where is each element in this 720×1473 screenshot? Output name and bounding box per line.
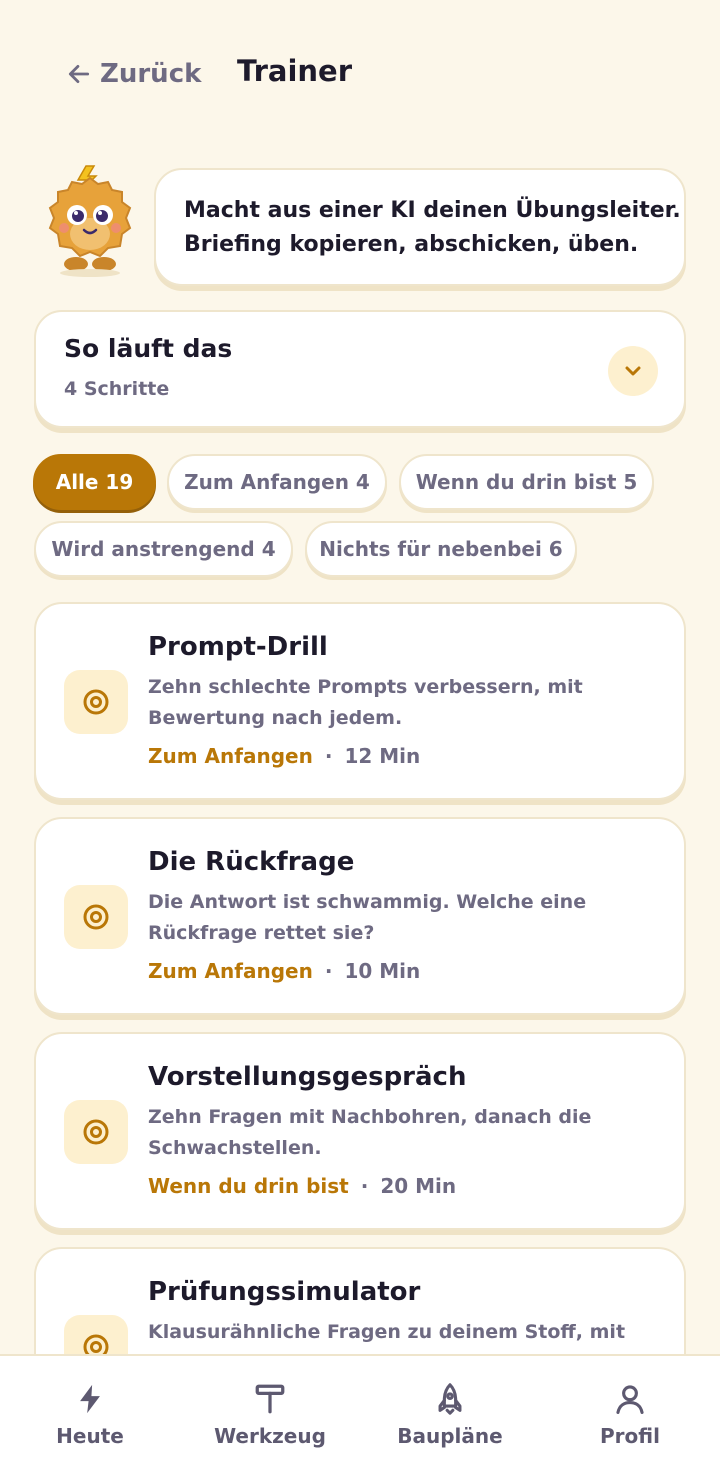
- how-it-works-card[interactable]: So läuft das 4 Schritte: [34, 310, 686, 428]
- target-icon-tile: [64, 885, 128, 949]
- exercise-title: Prüfungssimulator: [148, 1277, 421, 1307]
- speech-bubble-line-1: Macht aus einer KI deinen Übungsleiter.: [184, 198, 681, 223]
- filter-chip-label: Zum Anfangen 4: [184, 470, 370, 494]
- exercise-meta: Wenn du drin bist · 20 Min: [148, 1174, 456, 1198]
- exercise-level: Wenn du drin bist: [148, 1174, 349, 1198]
- page-title: Trainer: [237, 54, 353, 88]
- filter-chip-focused[interactable]: Nichts für nebenbei 6: [305, 521, 577, 577]
- target-icon: [83, 689, 109, 715]
- exercise-level: Zum Anfangen: [148, 959, 313, 983]
- speech-bubble-line-2: Briefing kopieren, abschicken, üben.: [184, 232, 639, 257]
- hedgehog-mascot-icon: [48, 165, 132, 277]
- filter-chip-label: Wird anstrengend 4: [51, 537, 276, 561]
- expand-button[interactable]: [608, 346, 658, 396]
- exercise-duration: 20 Min: [380, 1174, 457, 1198]
- exercise-title: Die Rückfrage: [148, 847, 355, 877]
- nav-label: Baupläne: [397, 1424, 503, 1448]
- meta-separator: ·: [324, 744, 333, 768]
- exercise-meta: Zum Anfangen · 10 Min: [148, 959, 420, 983]
- filter-chip-label: Wenn du drin bist 5: [415, 470, 638, 494]
- how-it-works-subtitle: 4 Schritte: [64, 378, 170, 400]
- tool-icon: [255, 1384, 285, 1414]
- chevron-down-icon: [625, 366, 641, 376]
- exercise-card[interactable]: Vorstellungsgespräch Zehn Fragen mit Nac…: [34, 1032, 686, 1230]
- nav-label: Profil: [600, 1424, 660, 1448]
- target-icon-tile: [64, 1100, 128, 1164]
- nav-item-heute[interactable]: Heute: [0, 1356, 180, 1473]
- exercise-card[interactable]: Die Rückfrage Die Antwort ist schwammig.…: [34, 817, 686, 1015]
- filter-chip-label: Alle 19: [55, 470, 134, 494]
- exercise-meta: Zum Anfangen · 12 Min: [148, 744, 420, 768]
- how-it-works-title: So läuft das: [64, 334, 233, 363]
- header: Zurück Trainer: [0, 0, 720, 150]
- target-icon: [83, 904, 109, 930]
- speech-bubble: Macht aus einer KI deinen Übungsleiter. …: [154, 168, 686, 286]
- exercise-card[interactable]: Prompt-Drill Zehn schlechte Prompts verb…: [34, 602, 686, 800]
- exercise-duration: 12 Min: [344, 744, 421, 768]
- back-button[interactable]: Zurück: [66, 56, 201, 92]
- target-icon: [83, 1119, 109, 1145]
- filter-chip-intermediate[interactable]: Wenn du drin bist 5: [399, 454, 654, 510]
- exercise-title: Prompt-Drill: [148, 632, 328, 662]
- filter-chip-hard[interactable]: Wird anstrengend 4: [34, 521, 293, 577]
- exercise-duration: 10 Min: [344, 959, 421, 983]
- meta-separator: ·: [324, 959, 333, 983]
- nav-item-bauplaene[interactable]: Baupläne: [360, 1356, 540, 1473]
- nav-label: Werkzeug: [214, 1424, 326, 1448]
- exercise-description: Die Antwort ist schwammig. Welche eine R…: [148, 891, 587, 944]
- nav-item-werkzeug[interactable]: Werkzeug: [180, 1356, 360, 1473]
- rocket-icon: [438, 1383, 462, 1415]
- exercise-description: Zehn Fragen mit Nachbohren, danach die S…: [148, 1106, 592, 1159]
- nav-item-profil[interactable]: Profil: [540, 1356, 720, 1473]
- arrow-left-icon: [68, 65, 90, 83]
- exercise-description: Zehn schlechte Prompts verbessern, mit B…: [148, 676, 583, 729]
- target-icon-tile: [64, 670, 128, 734]
- filter-chip-beginner[interactable]: Zum Anfangen 4: [167, 454, 387, 510]
- filter-chip-all[interactable]: Alle 19: [33, 454, 156, 510]
- exercise-title: Vorstellungsgespräch: [148, 1062, 467, 1092]
- nav-label: Heute: [56, 1424, 124, 1448]
- person-icon: [616, 1385, 644, 1415]
- meta-separator: ·: [360, 1174, 369, 1198]
- filter-chip-label: Nichts für nebenbei 6: [319, 537, 563, 561]
- bottom-nav: Heute Werkzeug Baupläne Profil: [0, 1354, 720, 1473]
- exercise-description: Klausurähnliche Fragen zu deinem Stoff, …: [148, 1321, 626, 1343]
- back-label: Zurück: [100, 59, 202, 89]
- lightning-icon: [80, 1384, 100, 1414]
- exercise-level: Zum Anfangen: [148, 744, 313, 768]
